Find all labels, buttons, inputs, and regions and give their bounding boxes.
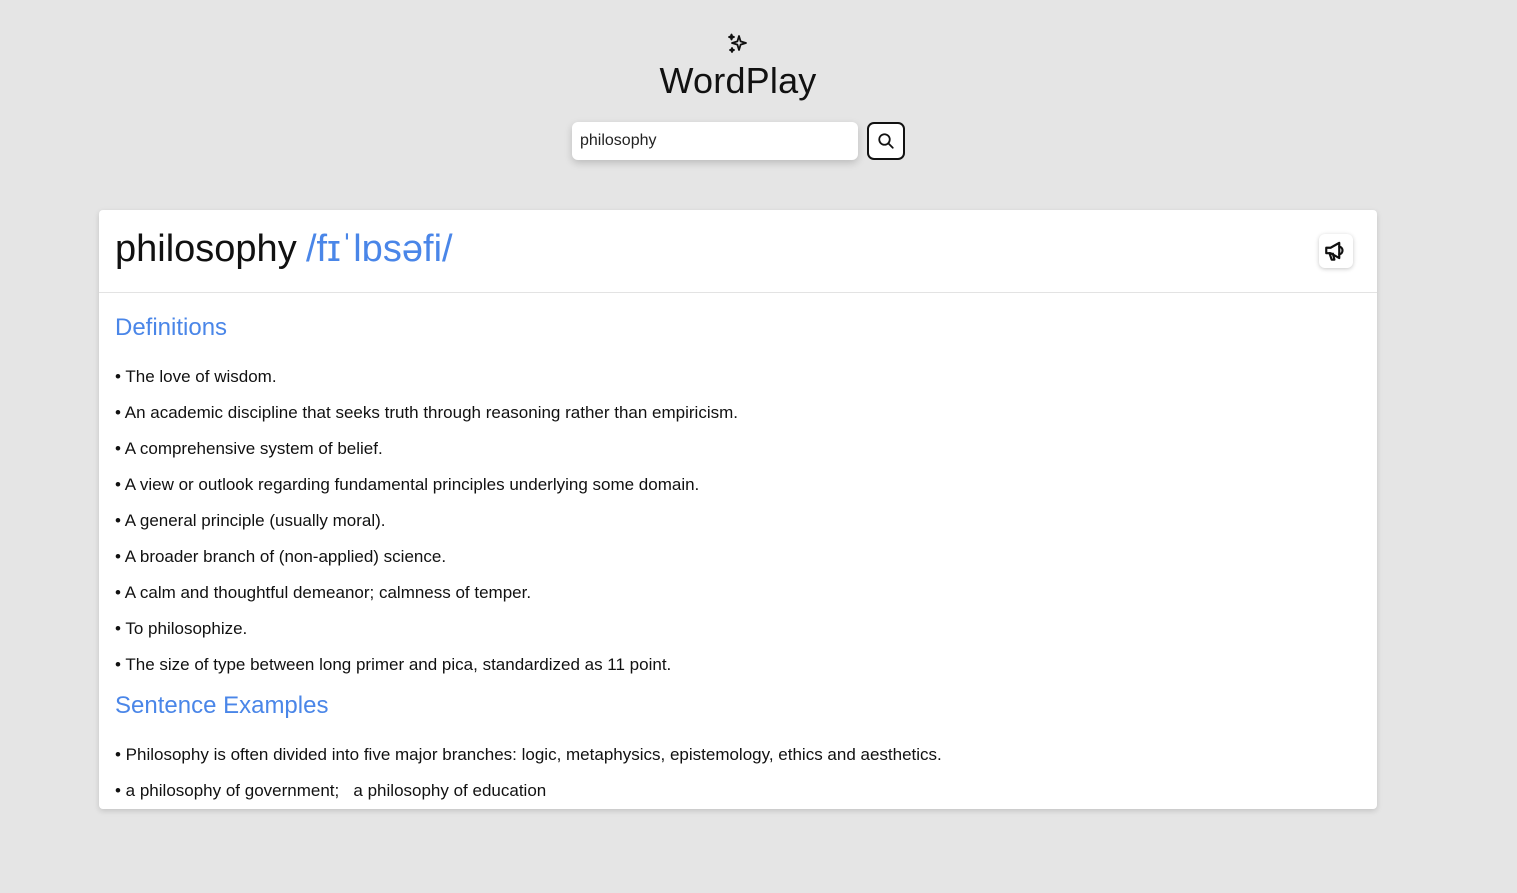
definition-item: • The love of wisdom. (115, 367, 277, 386)
example-item: • a philosophy of government; a philosop… (115, 781, 547, 800)
word-title: philosophy (115, 228, 297, 270)
definitions-heading: Definitions (115, 314, 228, 341)
logo (0, 32, 1476, 61)
definition-item: • A broader branch of (non-applied) scie… (115, 547, 447, 566)
search-icon (878, 133, 894, 149)
app-header: WordPlay (0, 32, 1476, 101)
app-title: WordPlay (659, 60, 817, 101)
search-button[interactable] (867, 122, 905, 160)
definition-item: • A general principle (usually moral). (115, 511, 386, 530)
definition-item: • To philosophize. (115, 619, 248, 638)
examples-list: • Philosophy is often divided into five … (115, 737, 1361, 809)
definition-item: • A view or outlook regarding fundamenta… (115, 475, 700, 494)
examples-heading: Sentence Examples (115, 692, 329, 719)
word-card: philosophy /fɪˈlɒsəfi/ Definitions • The… (99, 210, 1377, 809)
sparkles-icon (728, 33, 747, 53)
definitions-list: • The love of wisdom. • An academic disc… (115, 359, 1361, 683)
definition-item: • A comprehensive system of belief. (115, 439, 383, 458)
megaphone-icon (1325, 241, 1344, 261)
search-input[interactable] (572, 122, 858, 160)
word-body: Definitions • The love of wisdom. • An a… (99, 293, 1377, 809)
definition-item: • An academic discipline that seeks trut… (115, 403, 738, 422)
definition-item: • A calm and thoughtful demeanor; calmne… (115, 583, 532, 602)
definition-item: • The size of type between long primer a… (115, 655, 672, 674)
phonetic-text: /fɪˈlɒsəfi/ (306, 228, 453, 270)
play-audio-button[interactable] (1319, 234, 1353, 268)
search-bar (572, 122, 905, 160)
word-header: philosophy /fɪˈlɒsəfi/ (99, 210, 1377, 293)
example-item: • Philosophy is often divided into five … (115, 745, 942, 764)
